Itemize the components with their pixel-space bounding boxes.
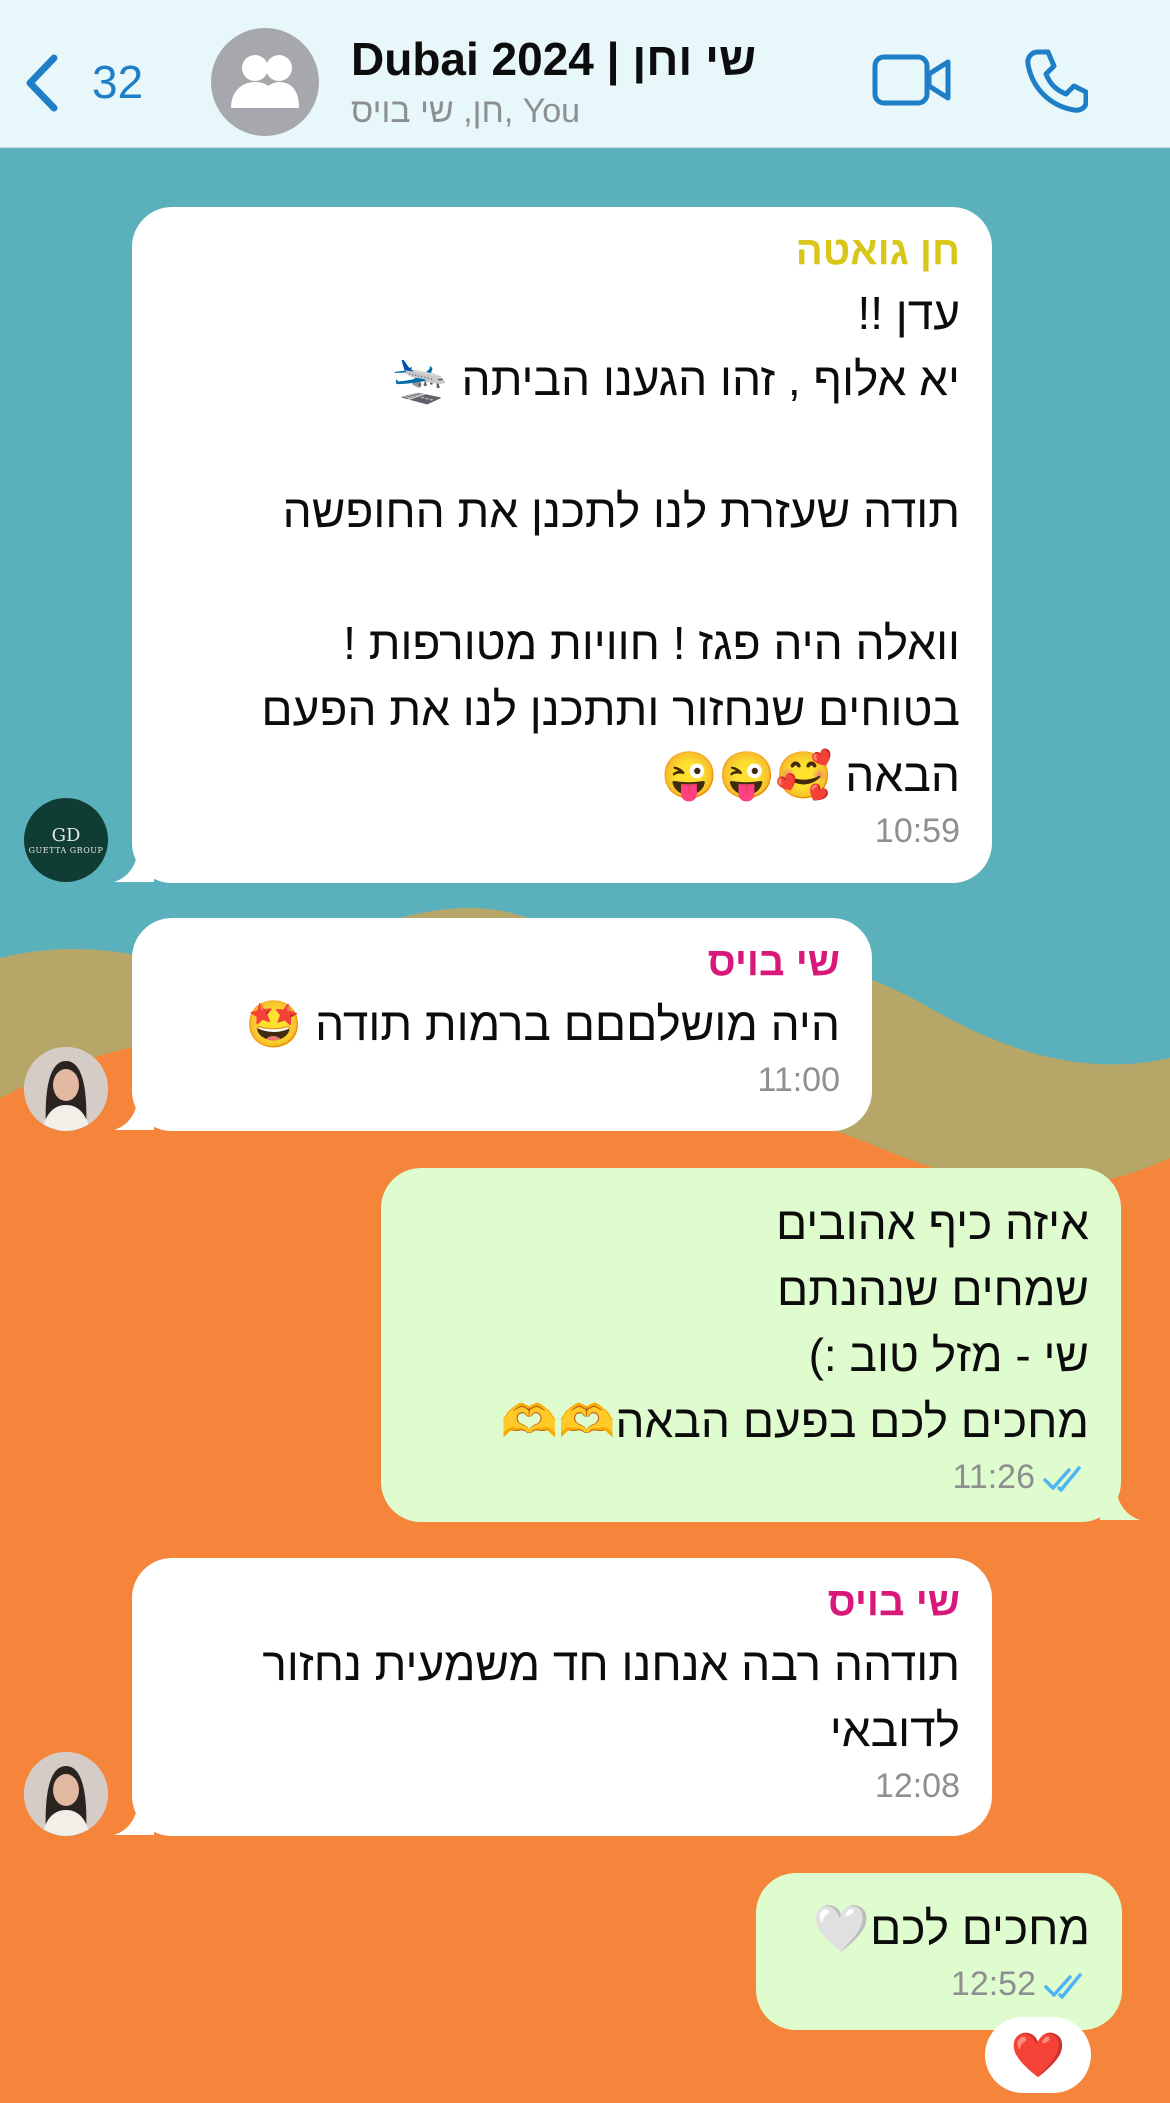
profile-photo [24,1752,108,1836]
video-call-icon[interactable] [872,52,952,108]
sender-avatar-shai[interactable] [24,1752,108,1836]
profile-photo [24,1047,108,1131]
message-time: 11:26 [952,1458,1035,1496]
message-status: 11:26 [413,1458,1089,1497]
logo-mark: GD [51,825,81,846]
read-receipt-icon [1043,1466,1081,1492]
chevron-left-icon[interactable] [22,52,62,114]
message-text: איזה כיף אהובים שמחים שנהנתם שי - מזל טו… [500,1197,1089,1447]
chat-participants[interactable]: חן, שי בויס, You [351,92,580,131]
read-receipt-icon [1044,1973,1082,1999]
sender-avatar-chen[interactable]: GD GUETTA GROUP [24,798,108,882]
message-time: 12:08 [874,1767,960,1805]
message-text: מחכים לכם🤍 [812,1902,1090,1954]
heart-reaction-badge[interactable]: ❤️ [985,2017,1091,2093]
chat-title[interactable]: Dubai 2024 | שי וחן [351,32,756,86]
message-bubble[interactable]: שי בויס היה מושלםםם ברמות תודה 🤩 11:00 [132,918,872,1131]
message-time: 10:59 [874,812,960,850]
unread-count[interactable]: 32 [92,55,143,109]
message-status: 12:52 [788,1965,1090,2004]
chat-header: 32 Dubai 2024 | שי וחן חן, שי בויס, You [0,0,1170,148]
sender-name[interactable]: שי בויס [164,1580,960,1625]
message-text: תודהה רבה אנחנו חד משמעית נחזור לדובאי [262,1638,960,1756]
message-text: היה מושלםםם ברמות תודה 🤩 [245,998,840,1050]
message-bubble[interactable]: איזה כיף אהובים שמחים שנהנתם שי - מזל טו… [381,1168,1121,1522]
sender-avatar-shai[interactable] [24,1047,108,1131]
message-time: 12:52 [950,1965,1036,2003]
message-time: 11:00 [757,1061,840,1099]
sender-name[interactable]: חן גואטה [164,229,960,274]
message-bubble[interactable]: חן גואטה עדן !! יא אלוף , זהו הגענו הבית… [132,207,992,883]
message-text: עדן !! יא אלוף , זהו הגענו הביתה 🛬 תודה … [261,287,960,801]
sender-name[interactable]: שי בויס [164,940,840,985]
group-icon [231,55,299,108]
phone-call-icon[interactable] [1024,48,1088,114]
message-bubble[interactable]: מחכים לכם🤍 12:52 [756,1873,1122,2030]
logo-name: GUETTA GROUP [28,846,104,855]
message-bubble[interactable]: שי בויס תודהה רבה אנחנו חד משמעית נחזור … [132,1558,992,1836]
group-avatar[interactable] [211,28,319,136]
